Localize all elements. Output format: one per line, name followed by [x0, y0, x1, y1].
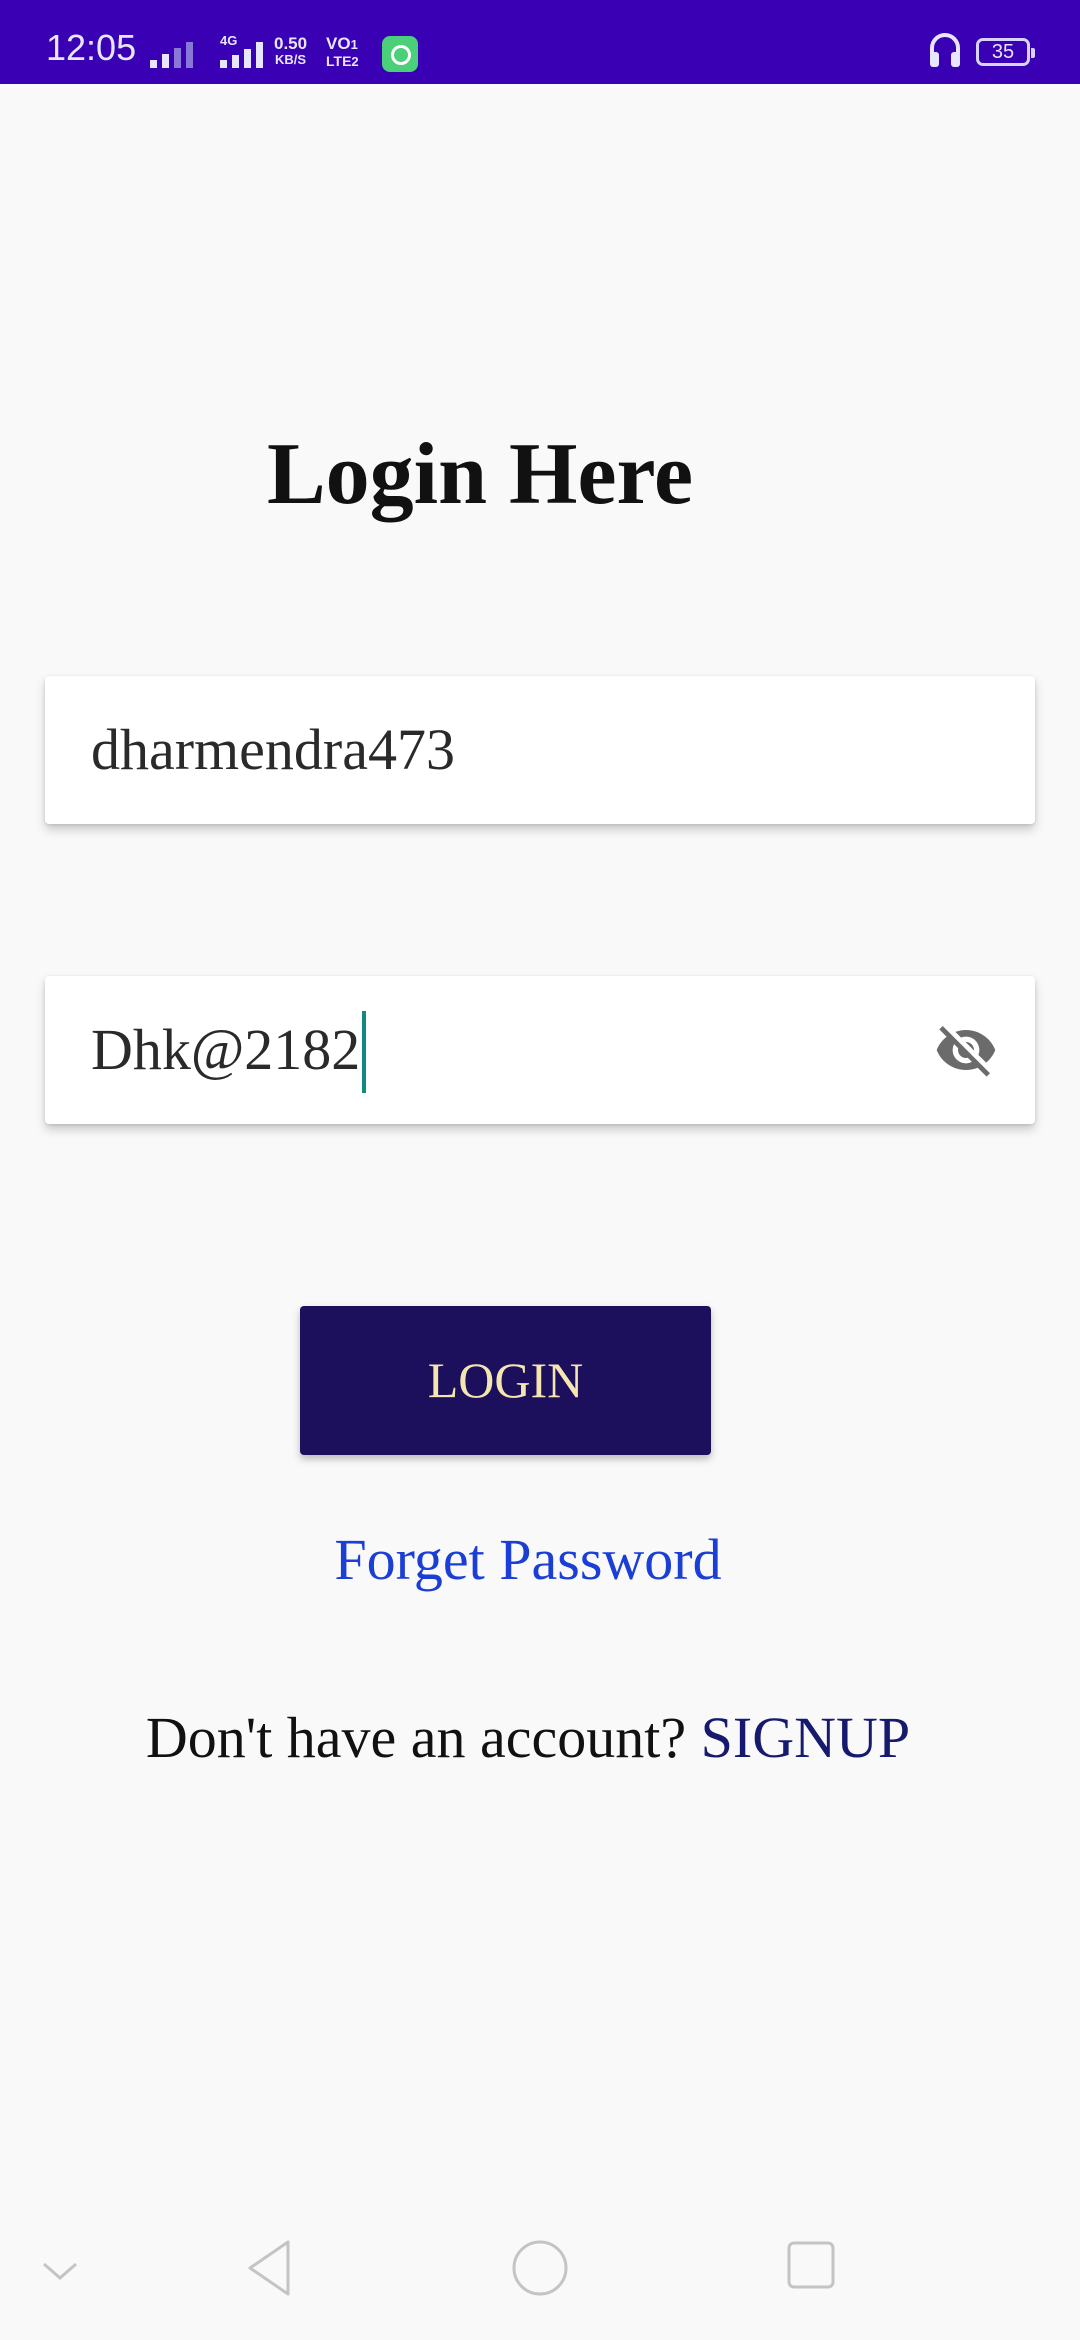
username-value: dharmendra473 [91, 717, 455, 782]
page-title: Login Here [266, 426, 694, 523]
net-speed: 0.50 KB/S [274, 34, 308, 68]
signup-link[interactable]: SIGNUP [701, 1705, 911, 1770]
visibility-off-icon[interactable] [933, 1018, 999, 1082]
status-time: 12:05 [46, 27, 137, 68]
battery-icon: 35 [976, 38, 1035, 66]
forgot-password-link[interactable]: Forget Password [0, 1520, 1056, 1600]
username-field[interactable]: dharmendra473 [45, 676, 1035, 824]
signup-row: Don't have an account? SIGNUP [0, 1698, 1056, 1778]
password-value-wrap: Dhk@2182 [91, 976, 367, 1124]
net-speed-unit: KB/S [275, 52, 307, 67]
signal-icon-sim2 [220, 40, 263, 68]
sim-badge-1: 1 [350, 37, 358, 52]
recents-icon[interactable] [786, 2240, 836, 2290]
collapse-chevron-icon[interactable] [40, 2260, 80, 2284]
volte-top: VO [326, 34, 351, 53]
password-field[interactable]: Dhk@2182 [45, 976, 1035, 1124]
battery-level: 35 [991, 41, 1015, 63]
volte-bottom: LTE [326, 53, 352, 69]
text-caret [362, 1010, 367, 1093]
system-nav-bar [0, 2200, 1080, 2340]
signup-prompt: Don't have an account? [145, 1705, 701, 1770]
signal-icon [150, 36, 193, 68]
password-value: Dhk@2182 [91, 1017, 361, 1082]
home-icon[interactable] [510, 2238, 570, 2298]
login-button[interactable]: LOGIN [300, 1306, 711, 1455]
volte-indicator: VO1 LTE2 [326, 34, 359, 70]
status-bar: 12:05 4G 0.50 KB/S VO1 LTE2 35 [0, 0, 1080, 84]
app-notification-icon [382, 36, 418, 72]
net-speed-value: 0.50 [274, 34, 308, 53]
back-icon[interactable] [244, 2238, 294, 2298]
sim-badge-2: 2 [351, 54, 359, 69]
headset-icon [930, 33, 960, 67]
